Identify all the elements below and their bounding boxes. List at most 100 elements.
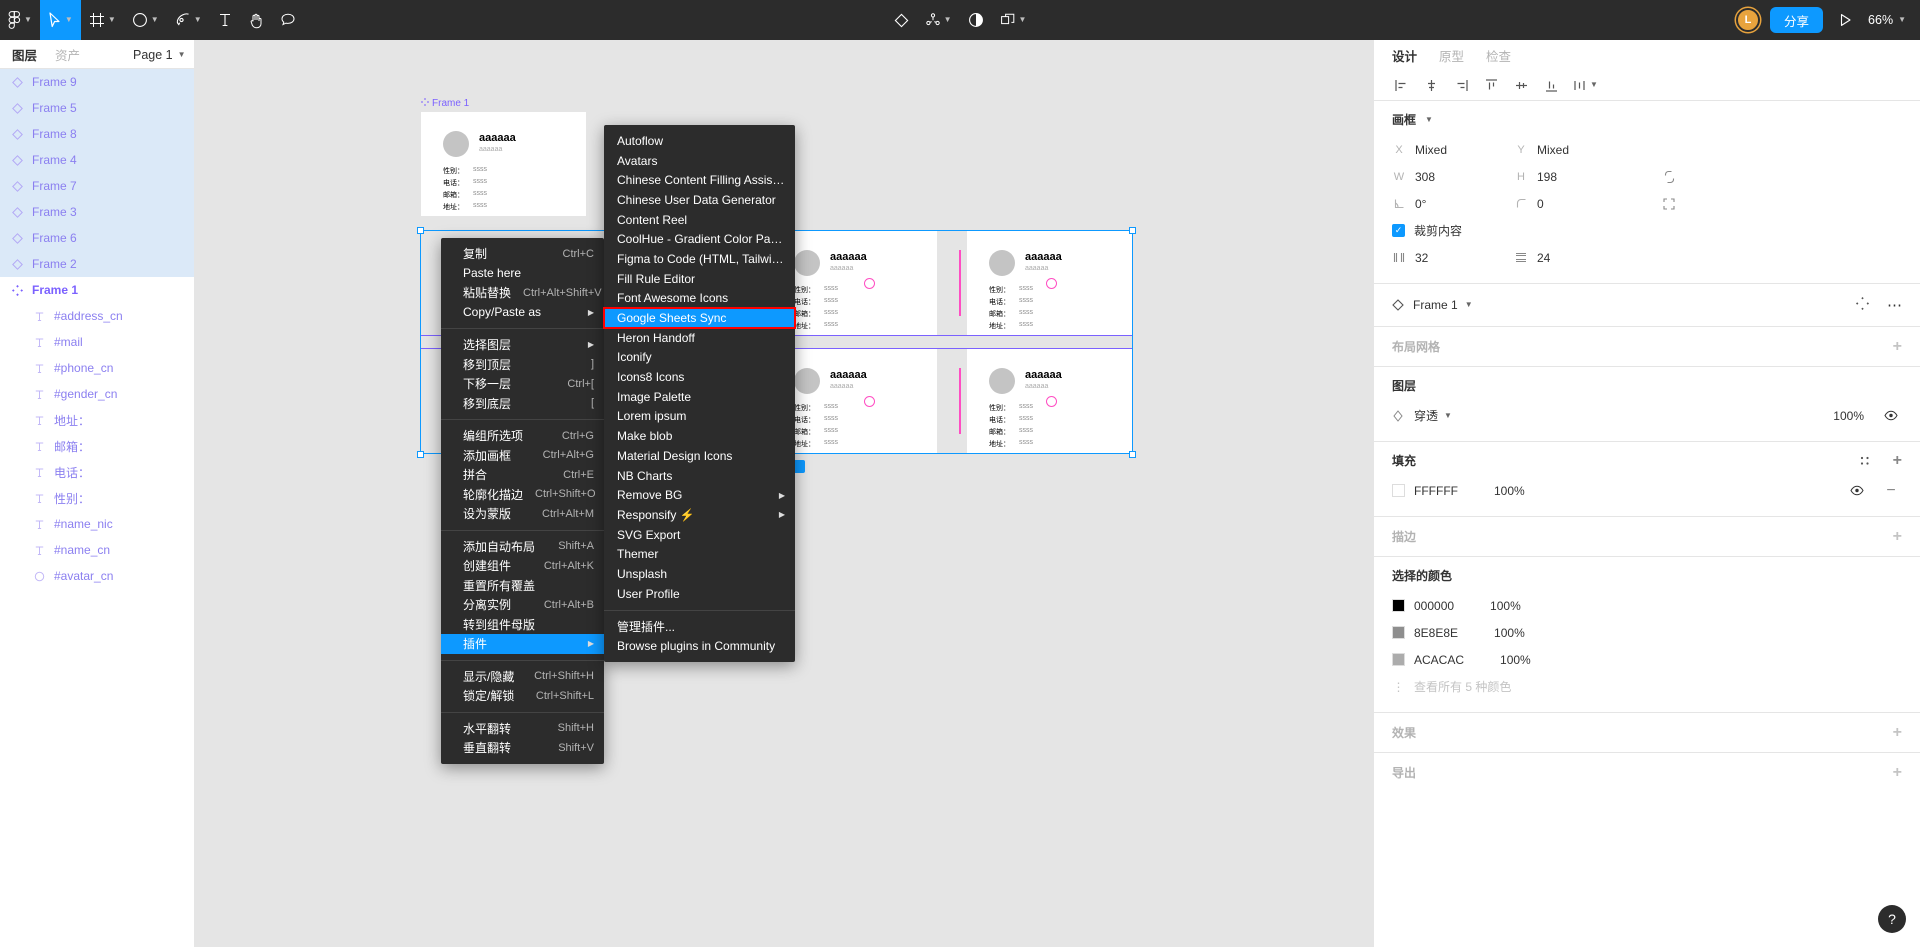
profile-card-r1c2[interactable]: aaaaaa aaaaaa 性别： ssss 电话： ssss 邮箱： ssss… bbox=[772, 231, 937, 335]
menu-item-outline-stroke[interactable]: 轮廓化描边Ctrl+Shift+O bbox=[441, 485, 604, 505]
add-export-button[interactable]: + bbox=[1893, 765, 1902, 781]
plugin-item-remove-bg[interactable]: Remove BG▶ bbox=[604, 485, 795, 505]
menu-item-plugins[interactable]: 插件▶ bbox=[441, 634, 604, 654]
plugin-item-fill-rule-editor[interactable]: Fill Rule Editor bbox=[604, 269, 795, 289]
add-fill-button[interactable]: + bbox=[1893, 453, 1902, 469]
hand-tool-button[interactable] bbox=[240, 0, 272, 40]
move-tool-button[interactable]: ▼ bbox=[40, 0, 81, 40]
menu-item-copy-paste-as[interactable]: Copy/Paste as▶ bbox=[441, 303, 604, 323]
layer-row-frame3[interactable]: Frame 3 bbox=[0, 199, 194, 225]
align-vertical-center-icon[interactable] bbox=[1508, 72, 1534, 98]
help-button[interactable]: ? bbox=[1878, 905, 1906, 933]
selected-color-row[interactable]: ACACAC100% bbox=[1392, 646, 1902, 673]
layer-row-gender_cn[interactable]: #gender_cn bbox=[0, 381, 194, 407]
menu-item-flip-horizontal[interactable]: 水平翻转Shift+H bbox=[441, 719, 604, 739]
layer-visibility-icon[interactable] bbox=[1880, 405, 1902, 427]
independent-corners-icon[interactable] bbox=[1658, 193, 1680, 215]
layer-row-frame4[interactable]: Frame 4 bbox=[0, 147, 194, 173]
pen-tool-button[interactable]: ▼ bbox=[167, 0, 210, 40]
layer-row-frame2[interactable]: Frame 2 bbox=[0, 251, 194, 277]
tab-inspect[interactable]: 检查 bbox=[1486, 46, 1511, 65]
lock-aspect-ratio-icon[interactable] bbox=[1658, 166, 1680, 188]
plugin-item-coolhue-gradient-color-palette[interactable]: CoolHue - Gradient Color Palette bbox=[604, 229, 795, 249]
plugin-item-[interactable]: 管理插件... bbox=[604, 617, 795, 637]
align-horizontal-center-icon[interactable] bbox=[1418, 72, 1444, 98]
menu-item-group-selection[interactable]: 编组所选项Ctrl+G bbox=[441, 426, 604, 446]
figma-menu-button[interactable]: ▼ bbox=[0, 0, 40, 40]
align-right-icon[interactable] bbox=[1448, 72, 1474, 98]
plugin-item-image-palette[interactable]: Image Palette bbox=[604, 387, 795, 407]
width-field[interactable]: W 308 bbox=[1392, 170, 1514, 184]
plugin-item-unsplash[interactable]: Unsplash bbox=[604, 564, 795, 584]
menu-item-flatten[interactable]: 拼合Ctrl+E bbox=[441, 465, 604, 485]
add-effect-button[interactable]: + bbox=[1893, 725, 1902, 741]
plugin-item-responsify[interactable]: Responsify ⚡▶ bbox=[604, 505, 795, 525]
layer-row-电话[interactable]: 电话： bbox=[0, 459, 194, 485]
menu-item-detach-instance[interactable]: 分离实例Ctrl+Alt+B bbox=[441, 595, 604, 615]
layer-row-邮箱[interactable]: 邮箱： bbox=[0, 433, 194, 459]
align-bottom-icon[interactable] bbox=[1538, 72, 1564, 98]
plugin-item-figma-to-code-html-tailwind-f[interactable]: Figma to Code (HTML, Tailwind, F... bbox=[604, 249, 795, 269]
menu-item-send-backward[interactable]: 下移一层Ctrl+[ bbox=[441, 374, 604, 394]
contrast-tool-button[interactable] bbox=[960, 0, 992, 40]
menu-item-lock-unlock[interactable]: 锁定/解锁Ctrl+Shift+L bbox=[441, 686, 604, 706]
plugin-item-avatars[interactable]: Avatars bbox=[604, 151, 795, 171]
layer-row-性别[interactable]: 性别： bbox=[0, 485, 194, 511]
layer-row-name_cn[interactable]: #name_cn bbox=[0, 537, 194, 563]
layer-row-frame9[interactable]: Frame 9 bbox=[0, 69, 194, 95]
vertical-padding-field[interactable]: 24 bbox=[1514, 251, 1636, 265]
resize-handle-tl[interactable] bbox=[417, 227, 424, 234]
plugins-tool-button[interactable]: ▼ bbox=[917, 0, 960, 40]
x-field[interactable]: X Mixed bbox=[1392, 143, 1514, 157]
present-button[interactable] bbox=[1833, 0, 1858, 40]
plugin-item-iconify[interactable]: Iconify bbox=[604, 348, 795, 368]
align-top-icon[interactable] bbox=[1478, 72, 1504, 98]
plugin-item-lorem-ipsum[interactable]: Lorem ipsum bbox=[604, 407, 795, 427]
fill-color-swatch[interactable] bbox=[1392, 484, 1405, 497]
tab-design[interactable]: 设计 bbox=[1392, 46, 1417, 65]
clip-content-row[interactable]: ✓ 裁剪内容 bbox=[1392, 217, 1902, 244]
components-tool-button[interactable] bbox=[886, 0, 917, 40]
resize-handle-br[interactable] bbox=[1129, 451, 1136, 458]
plugin-item-svg-export[interactable]: SVG Export bbox=[604, 525, 795, 545]
plugin-item-google-sheets-sync[interactable]: Google Sheets Sync bbox=[604, 308, 795, 328]
menu-item-use-as-mask[interactable]: 设为蒙版Ctrl+Alt+M bbox=[441, 504, 604, 524]
layers-tool-button[interactable]: ▼ bbox=[992, 0, 1035, 40]
plugin-item-chinese-content-filling-assistant[interactable]: Chinese Content Filling Assistant bbox=[604, 170, 795, 190]
menu-item-send-to-back[interactable]: 移到底层[ bbox=[441, 394, 604, 414]
comment-tool-button[interactable] bbox=[272, 0, 304, 40]
horizontal-padding-field[interactable]: 32 bbox=[1392, 251, 1514, 265]
plugin-item-icons8-icons[interactable]: Icons8 Icons bbox=[604, 367, 795, 387]
remove-fill-button[interactable]: − bbox=[1880, 480, 1902, 502]
corner-radius-field[interactable]: 0 bbox=[1514, 197, 1636, 211]
tab-assets[interactable]: 资产 bbox=[55, 45, 80, 64]
text-tool-button[interactable] bbox=[210, 0, 240, 40]
layer-row-frame7[interactable]: Frame 7 bbox=[0, 173, 194, 199]
zoom-level-button[interactable]: 66% ▼ bbox=[1868, 13, 1906, 27]
layer-row-frame8[interactable]: Frame 8 bbox=[0, 121, 194, 147]
menu-item-show-hide[interactable]: 显示/隐藏Ctrl+Shift+H bbox=[441, 667, 604, 687]
plugin-item-heron-handoff[interactable]: Heron Handoff bbox=[604, 328, 795, 348]
view-all-colors-row[interactable]: ⋮ 查看所有 5 种颜色 bbox=[1392, 673, 1902, 700]
plugin-item-content-reel[interactable]: Content Reel bbox=[604, 210, 795, 230]
color-swatch[interactable] bbox=[1392, 653, 1405, 666]
frame-section-header[interactable]: 画框 ▼ bbox=[1392, 111, 1902, 128]
more-options-icon[interactable]: ⋯ bbox=[1887, 298, 1902, 313]
selected-color-row[interactable]: 000000100% bbox=[1392, 592, 1902, 619]
layer-opacity-value[interactable]: 100% bbox=[1833, 409, 1864, 423]
resize-handle-bl[interactable] bbox=[417, 451, 424, 458]
frame-tool-button[interactable]: ▼ bbox=[81, 0, 124, 40]
blend-mode-row[interactable]: 穿透 ▼ 100% bbox=[1392, 402, 1902, 429]
align-left-icon[interactable] bbox=[1388, 72, 1414, 98]
fill-styles-icon[interactable] bbox=[1859, 455, 1871, 467]
frame-label-top[interactable]: Frame 1 bbox=[421, 98, 469, 109]
fill-hex-value[interactable]: FFFFFF bbox=[1414, 484, 1458, 498]
menu-item-bring-to-front[interactable]: 移到顶层] bbox=[441, 355, 604, 375]
plugin-item-material-design-icons[interactable]: Material Design Icons bbox=[604, 446, 795, 466]
menu-item-select-layer[interactable]: 选择图层▶ bbox=[441, 335, 604, 355]
profile-card-top[interactable]: aaaaaa aaaaaa 性别： ssss 电话： ssss 邮箱： ssss… bbox=[421, 112, 586, 216]
plugin-item-themer[interactable]: Themer bbox=[604, 544, 795, 564]
resize-handle-tr[interactable] bbox=[1129, 227, 1136, 234]
menu-item-frame-selection[interactable]: 添加画框Ctrl+Alt+G bbox=[441, 446, 604, 466]
share-button[interactable]: 分享 bbox=[1770, 7, 1823, 33]
